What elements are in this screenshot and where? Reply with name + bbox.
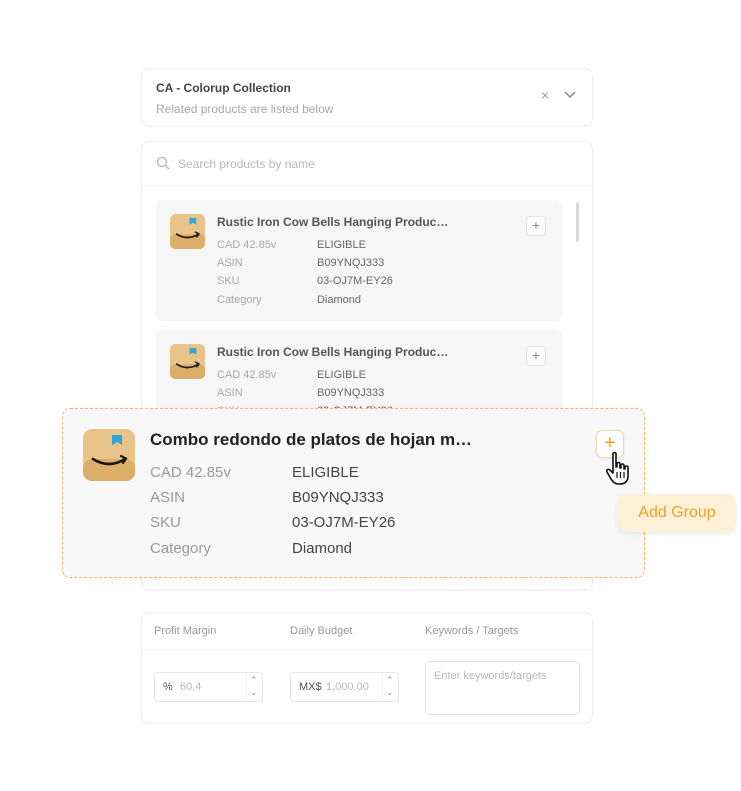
percent-prefix: % <box>163 681 173 693</box>
clear-icon[interactable]: × <box>541 87 549 103</box>
chevron-down-icon[interactable] <box>564 91 576 99</box>
search-input[interactable]: Search products by name <box>178 157 315 171</box>
profit-margin-input[interactable]: 60,4 <box>180 681 201 693</box>
keywords-label: Keywords / Targets <box>425 625 519 637</box>
amazon-logo-icon <box>170 214 205 249</box>
highlighted-product-card: Combo redondo de platos de hojan m… CAD … <box>62 408 645 578</box>
product-name: Rustic Iron Cow Bells Hanging Produc… <box>217 345 449 359</box>
add-product-button[interactable]: + <box>526 216 546 236</box>
daily-budget-input[interactable]: 1,000.00 <box>326 681 369 693</box>
product-category-row: Category Diamond <box>150 540 353 557</box>
hand-cursor-icon <box>605 451 629 485</box>
profit-margin-stepper[interactable]: % 60,4 ⌃ ⌄ <box>154 672 263 702</box>
profit-margin-label: Profit Margin <box>154 625 217 637</box>
add-product-button[interactable]: + <box>526 346 546 366</box>
amazon-logo-icon <box>170 344 205 379</box>
product-price-row: CAD 42.85v ELIGIBLE <box>217 369 366 381</box>
scrollbar[interactable] <box>576 202 579 242</box>
product-sku-row: SKU03-OJ7M-EY26 <box>217 275 393 287</box>
product-name: Rustic Iron Cow Bells Hanging Produc… <box>217 215 449 229</box>
collection-title: CA - Colorup Collection <box>156 81 291 95</box>
chevron-down-icon[interactable]: ⌄ <box>250 688 258 697</box>
product-category-row: Category Diamond <box>217 294 362 306</box>
product-card: Rustic Iron Cow Bells Hanging Produc… CA… <box>156 200 562 321</box>
search-icon <box>156 156 170 170</box>
product-asin-row: ASIN B09YNQJ333 <box>217 387 385 399</box>
product-name: Combo redondo de platos de hojan m… <box>150 430 473 449</box>
chevron-up-icon[interactable]: ⌃ <box>250 676 258 685</box>
add-group-tooltip[interactable]: Add Group <box>618 494 736 532</box>
amazon-logo-icon <box>83 429 135 481</box>
stepper-arrows[interactable]: ⌃ ⌄ <box>382 673 398 701</box>
product-sku-row: SKU03-OJ7M-EY26 <box>150 514 396 531</box>
daily-budget-stepper[interactable]: MX$ 1,000.00 ⌃ ⌄ <box>290 672 399 702</box>
settings-header: Profit Margin Daily Budget Keywords / Ta… <box>142 613 592 650</box>
keywords-placeholder: Enter keywords/targets <box>434 670 547 682</box>
daily-budget-label: Daily Budget <box>290 625 353 637</box>
collection-subtitle: Related products are listed below <box>156 102 334 116</box>
product-asin-row: ASIN B09YNQJ333 <box>217 257 385 269</box>
product-asin-row: ASIN B09YNQJ333 <box>150 489 384 506</box>
currency-prefix: MX$ <box>299 681 322 693</box>
collection-select[interactable]: CA - Colorup Collection Related products… <box>141 68 593 127</box>
chevron-down-icon[interactable]: ⌄ <box>386 688 394 697</box>
product-price-row: CAD 42.85v ELIGIBLE <box>150 464 359 481</box>
product-price-row: CAD 42.85v ELIGIBLE <box>217 239 366 251</box>
campaign-settings: Profit Margin Daily Budget Keywords / Ta… <box>141 612 593 724</box>
product-search[interactable]: Search products by name <box>142 142 592 186</box>
keywords-textarea[interactable]: Enter keywords/targets <box>425 661 580 715</box>
chevron-up-icon[interactable]: ⌃ <box>386 676 394 685</box>
stepper-arrows[interactable]: ⌃ ⌄ <box>246 673 262 701</box>
